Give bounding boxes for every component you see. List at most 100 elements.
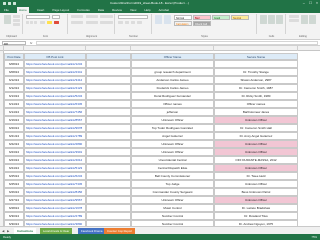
cell-blank[interactable] (86, 124, 131, 132)
cell-fb-post-link[interactable]: https://www.facebook.com/permalink/3901 (24, 148, 86, 156)
cell-fb-post-link[interactable]: https://www.facebook.com/permalink/6345 (24, 100, 86, 108)
cell-fb-post-link[interactable]: https://www.facebook.com/permalink/4012 (24, 156, 86, 164)
cell-officer-name[interactable]: Anderson Carlos Jameo (131, 76, 214, 84)
header-blank[interactable] (86, 53, 131, 60)
style-normal[interactable]: Normal (174, 15, 192, 20)
cell-fb-post-link[interactable]: https://www.facebook.com/permalink/7345 (24, 180, 86, 188)
cell-secure-name[interactable]: Bartholomew Janes (214, 108, 298, 116)
increase-decimal-icon[interactable] (137, 21, 142, 24)
cell-post-date[interactable]: 6/14/24 (4, 100, 24, 108)
cell-blank[interactable] (86, 116, 131, 124)
format-cells-icon[interactable] (276, 15, 283, 24)
redo-icon[interactable] (13, 1, 16, 5)
cell-blank[interactable] (86, 188, 131, 196)
cell-blank[interactable] (86, 108, 131, 116)
cell-officer-name[interactable]: group research department (131, 68, 214, 76)
cell-officer-name[interactable]: Angel Gutierrez (131, 132, 214, 140)
italic-icon[interactable] (30, 21, 33, 24)
bold-icon[interactable] (26, 21, 29, 24)
style-bad[interactable]: Bad (193, 15, 211, 20)
underline-icon[interactable] (34, 21, 37, 24)
cell-secure-name[interactable]: Dr. Rowland Titus (214, 212, 298, 220)
cell-secure-name[interactable]: Unknown Officer (214, 140, 298, 148)
align-left-icon[interactable] (71, 21, 83, 24)
cell-secure-name[interactable]: Unknown Officer (214, 116, 298, 124)
worksheet-grid[interactable]: Post Date FB Post Link Officer Name Secu… (0, 51, 320, 226)
font-color-icon[interactable] (54, 21, 59, 24)
cell-post-date[interactable]: 6/24/24 (4, 164, 24, 172)
cell-blank[interactable] (86, 156, 131, 164)
cell-post-date[interactable]: 6/22/24 (4, 140, 24, 148)
zoom-level[interactable]: 75% (311, 235, 317, 239)
cell-fb-post-link[interactable]: https://www.facebook.com/permalink/8567 (24, 116, 86, 124)
cut-icon[interactable] (13, 15, 20, 18)
cell-fb-post-link[interactable]: https://www.facebook.com/permalink/3412 (24, 76, 86, 84)
header-fb-post-link[interactable]: FB Post Link (24, 53, 86, 60)
cell-fb-post-link[interactable]: https://www.facebook.com/permalink/1234 (24, 60, 86, 68)
cell-fb-post-link[interactable]: https://www.facebook.com/permalink/6234 (24, 172, 86, 180)
cell-fb-post-link[interactable]: https://www.facebook.com/permalink/1678 (24, 204, 86, 212)
copy-icon[interactable] (13, 19, 20, 22)
currency-icon[interactable] (118, 21, 123, 24)
cell-secure-name[interactable]: Shawn Anderson, 2987 (214, 76, 298, 84)
cell-blank[interactable] (86, 196, 131, 204)
cell-blank[interactable] (86, 140, 131, 148)
cell-secure-name[interactable]: Officer names (214, 100, 298, 108)
cell-blank[interactable] (86, 212, 131, 220)
cell-officer-name[interactable]: Central Dispatch Elsie (131, 164, 214, 172)
insert-cells-icon[interactable] (260, 15, 267, 24)
orientation-icon[interactable] (86, 15, 98, 18)
cell-fb-post-link[interactable]: https://www.facebook.com/permalink/9678 (24, 124, 86, 132)
cell-fb-post-link[interactable]: https://www.facebook.com/permalink/9567 (24, 196, 86, 204)
cell-blank[interactable] (86, 164, 131, 172)
cell-blank[interactable] (86, 100, 131, 108)
cell-secure-name[interactable]: OFF DURANTE-MASSA, 2012 (214, 156, 298, 164)
cell-secure-name[interactable]: Dr. Twee Held (214, 172, 298, 180)
cell-fb-post-link[interactable]: https://www.facebook.com/permalink/7456 (24, 108, 86, 116)
cell-fb-post-link[interactable]: https://www.facebook.com/permalink/5234 (24, 92, 86, 100)
align-top-icon[interactable] (71, 15, 83, 18)
cell-post-date[interactable]: 6/19/24 (4, 116, 24, 124)
percent-icon[interactable] (125, 21, 129, 24)
delete-cells-icon[interactable] (268, 15, 275, 24)
cell-officer-name[interactable]: Number Control (131, 212, 214, 220)
tab-help[interactable]: Help (144, 8, 150, 12)
tab-acrobat[interactable]: Acrobat (159, 8, 169, 12)
style-good[interactable]: Good (212, 15, 230, 20)
cell-post-date[interactable]: 6/20/24 (4, 124, 24, 132)
cell-secure-name[interactable]: Unknown Officer (214, 180, 298, 188)
cell-post-date[interactable]: 6/08/24 (4, 68, 24, 76)
cell-post-date[interactable]: 6/23/24 (4, 148, 24, 156)
tab-review[interactable]: Review (112, 8, 122, 12)
cell-officer-name[interactable]: Unknown Officer (131, 196, 214, 204)
cell-fb-post-link[interactable]: https://www.facebook.com/permalink/1789 (24, 132, 86, 140)
cell-secure-name[interactable]: Dr. Timothy Stange (214, 68, 298, 76)
cell-blank[interactable] (86, 68, 131, 76)
tab-page-layout[interactable]: Page Layout (52, 8, 69, 12)
fill-icon[interactable] (289, 19, 299, 22)
tab-insert[interactable]: Insert (37, 8, 45, 12)
tab-view[interactable]: View (130, 8, 136, 12)
cell-post-date[interactable]: 6/12/24 (4, 84, 24, 92)
header-post-date[interactable]: Post Date (4, 53, 24, 60)
cell-blank[interactable] (86, 132, 131, 140)
cell-secure-name[interactable] (214, 60, 298, 68)
maximize-button[interactable]: ☐ (309, 1, 312, 5)
find-select-icon[interactable] (309, 15, 316, 24)
cell-post-date[interactable]: 6/12/24 (4, 76, 24, 84)
style-neutral[interactable]: Neutral (231, 15, 249, 20)
sheet-nav-arrows[interactable]: ◀ ▶ (2, 229, 10, 233)
cell-post-date[interactable]: 6/13/24 (4, 92, 24, 100)
style-check-cell[interactable]: Check Cell (193, 21, 211, 26)
undo-icon[interactable] (8, 1, 11, 5)
cell-fb-post-link[interactable]: https://www.facebook.com/permalink/2890 (24, 140, 86, 148)
cell-officer-name[interactable]: Unknown Officer (131, 140, 214, 148)
header-officer-name[interactable]: Officer Name (131, 53, 214, 60)
cell-fb-post-link[interactable]: https://www.facebook.com/permalink/4123 (24, 84, 86, 92)
borders-icon[interactable] (40, 21, 45, 24)
cell-officer-name[interactable]: Unknown Officer (131, 116, 214, 124)
cell-post-date[interactable]: 6/21/24 (4, 132, 24, 140)
cell-fb-post-link[interactable]: https://www.facebook.com/permalink/2341 (24, 68, 86, 76)
cell-post-date[interactable]: 6/26/24 (4, 188, 24, 196)
cell-officer-name[interactable]: Music Control (131, 204, 214, 212)
